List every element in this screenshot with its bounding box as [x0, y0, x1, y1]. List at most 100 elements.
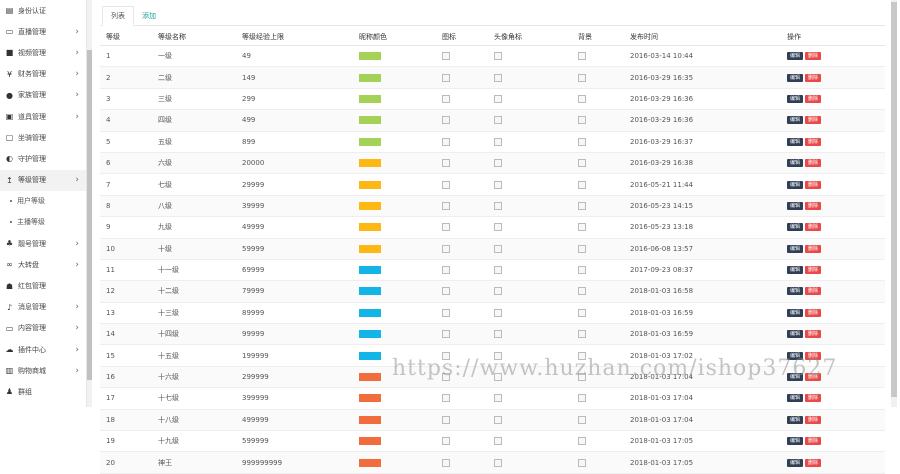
color-swatch [359, 330, 381, 339]
delete-button[interactable]: 删除 [805, 244, 822, 253]
cell-time: 2018-01-03 17:04 [624, 409, 781, 432]
sidebar-item-8[interactable]: ↥ 等级管理 › [0, 169, 86, 191]
sidebar-item-3[interactable]: ¥ 财务管理 › [0, 64, 86, 85]
delete-button[interactable]: 删除 [805, 116, 822, 125]
cell-time: 2016-06-08 13:57 [624, 238, 781, 260]
sidebar-item-5[interactable]: ▣ 道具管理 › [0, 106, 86, 127]
cell-level: 13 [100, 302, 152, 325]
edit-button[interactable]: 编辑 [787, 266, 804, 275]
chevron-right-icon: › [75, 90, 79, 101]
cell-actions: 编辑 删除 [781, 45, 885, 68]
cell-level: 6 [100, 152, 152, 175]
edit-button[interactable]: 编辑 [787, 52, 804, 61]
delete-button[interactable]: 删除 [805, 52, 822, 61]
cell-exp: 39999 [236, 195, 353, 218]
sidebar-item-4[interactable]: ● 家族管理 › [0, 85, 86, 106]
sidebar-item-16[interactable]: ☁ 插件中心 › [0, 339, 86, 360]
page-scrollbar-thumb[interactable] [891, 2, 897, 397]
sidebar-item-15[interactable]: ▭ 内容管理 › [0, 318, 86, 339]
cell-icon [436, 430, 488, 453]
sidebar-item-7[interactable]: ◐ 守护管理 [0, 148, 86, 169]
sidebar-item-11[interactable]: ♣ 靓号管理 › [0, 233, 86, 254]
delete-button[interactable]: 删除 [805, 437, 822, 446]
cell-exp: 99999 [236, 323, 353, 346]
edit-button[interactable]: 编辑 [787, 94, 804, 103]
sidebar-item-label: 插件中心 [18, 345, 46, 354]
delete-button[interactable]: 删除 [805, 159, 822, 168]
cell-color [353, 387, 436, 410]
edit-button[interactable]: 编辑 [787, 116, 804, 125]
sidebar-item-label: 大转盘 [18, 260, 39, 269]
delete-button[interactable]: 删除 [805, 266, 822, 275]
cell-exp: 299999 [236, 366, 353, 389]
cell-exp: 29999 [236, 173, 353, 196]
cell-name: 十七级 [152, 387, 236, 410]
sidebar-item-14[interactable]: ♪ 消息管理 › [0, 297, 86, 318]
bell-icon: ♪ [6, 302, 13, 312]
sidebar-item-9[interactable]: 用户等级 [0, 191, 86, 212]
sidebar-item-2[interactable]: ■ 视频管理 › [0, 42, 86, 63]
table-row: 2 二级 149 2016-03-29 16:35 编辑 删除 [100, 66, 885, 89]
edit-button[interactable]: 编辑 [787, 458, 804, 467]
sidebar-item-0[interactable]: ▤ 身份认证 [0, 0, 86, 21]
delete-button[interactable]: 删除 [805, 201, 822, 210]
sidebar-item-label: 道具管理 [18, 112, 46, 121]
edit-button[interactable]: 编辑 [787, 308, 804, 317]
sidebar-scrollbar-thumb[interactable] [87, 50, 92, 380]
delete-button[interactable]: 删除 [805, 73, 822, 82]
cell-level: 7 [100, 173, 152, 196]
color-swatch [359, 415, 381, 424]
cell-name: 九级 [152, 216, 236, 239]
cell-level: 1 [100, 45, 152, 68]
delete-button[interactable]: 删除 [805, 308, 822, 317]
cell-background [572, 152, 624, 175]
delete-button[interactable]: 删除 [805, 223, 822, 232]
edit-button[interactable]: 编辑 [787, 415, 804, 424]
edit-button[interactable]: 编辑 [787, 437, 804, 446]
edit-button[interactable]: 编辑 [787, 287, 804, 296]
delete-button[interactable]: 删除 [805, 287, 822, 296]
cell-color [353, 430, 436, 453]
page-scrollbar[interactable] [891, 0, 897, 407]
edit-button[interactable]: 编辑 [787, 180, 804, 189]
delete-button[interactable]: 删除 [805, 330, 822, 339]
delete-button[interactable]: 删除 [805, 180, 822, 189]
edit-button[interactable]: 编辑 [787, 73, 804, 82]
cell-background [572, 88, 624, 111]
broken-image-icon [494, 330, 502, 339]
color-swatch [359, 394, 381, 403]
delete-button[interactable]: 删除 [805, 415, 822, 424]
edit-button[interactable]: 编辑 [787, 159, 804, 168]
edit-button[interactable]: 编辑 [787, 201, 804, 210]
sidebar-item-12[interactable]: ∞ 大转盘 › [0, 254, 86, 275]
edit-button[interactable]: 编辑 [787, 137, 804, 146]
table-row: 13 十三级 89999 2018-01-03 16:59 编辑 删除 [100, 302, 885, 325]
delete-button[interactable]: 删除 [805, 394, 822, 403]
delete-button[interactable]: 删除 [805, 94, 822, 103]
chevron-right-icon: › [75, 302, 79, 313]
sidebar-scrollbar[interactable] [87, 0, 92, 407]
cell-avatar-badge [488, 430, 572, 453]
delete-button[interactable]: 删除 [805, 458, 822, 467]
cell-icon [436, 259, 488, 282]
tab-list[interactable]: 列表 [102, 6, 134, 26]
edit-button[interactable]: 编辑 [787, 330, 804, 339]
cell-time: 2016-03-29 16:37 [624, 131, 781, 153]
sidebar-item-1[interactable]: ▭ 直播管理 › [0, 21, 86, 42]
cell-level: 17 [100, 387, 152, 410]
table-row: 18 十八级 499999 2018-01-03 17:04 编辑 删除 [100, 409, 885, 432]
edit-button[interactable]: 编辑 [787, 244, 804, 253]
edit-button[interactable]: 编辑 [787, 394, 804, 403]
cell-exp: 999999999 [236, 451, 353, 474]
edit-button[interactable]: 编辑 [787, 223, 804, 232]
tab-add[interactable]: 添加 [134, 7, 164, 25]
sidebar-item-13[interactable]: ☗ 红包管理 [0, 275, 86, 296]
sidebar-item-17[interactable]: ▥ 购物商城 › [0, 360, 86, 381]
delete-button[interactable]: 删除 [805, 137, 822, 146]
color-swatch [359, 52, 381, 61]
sidebar-item-6[interactable]: ▢ 坐骑管理 [0, 127, 86, 148]
sidebar-item-18[interactable]: ♟ 群组 [0, 381, 86, 402]
chevron-right-icon: › [75, 69, 79, 80]
cell-color [353, 238, 436, 260]
sidebar-item-10[interactable]: 主播等级 [0, 212, 86, 233]
